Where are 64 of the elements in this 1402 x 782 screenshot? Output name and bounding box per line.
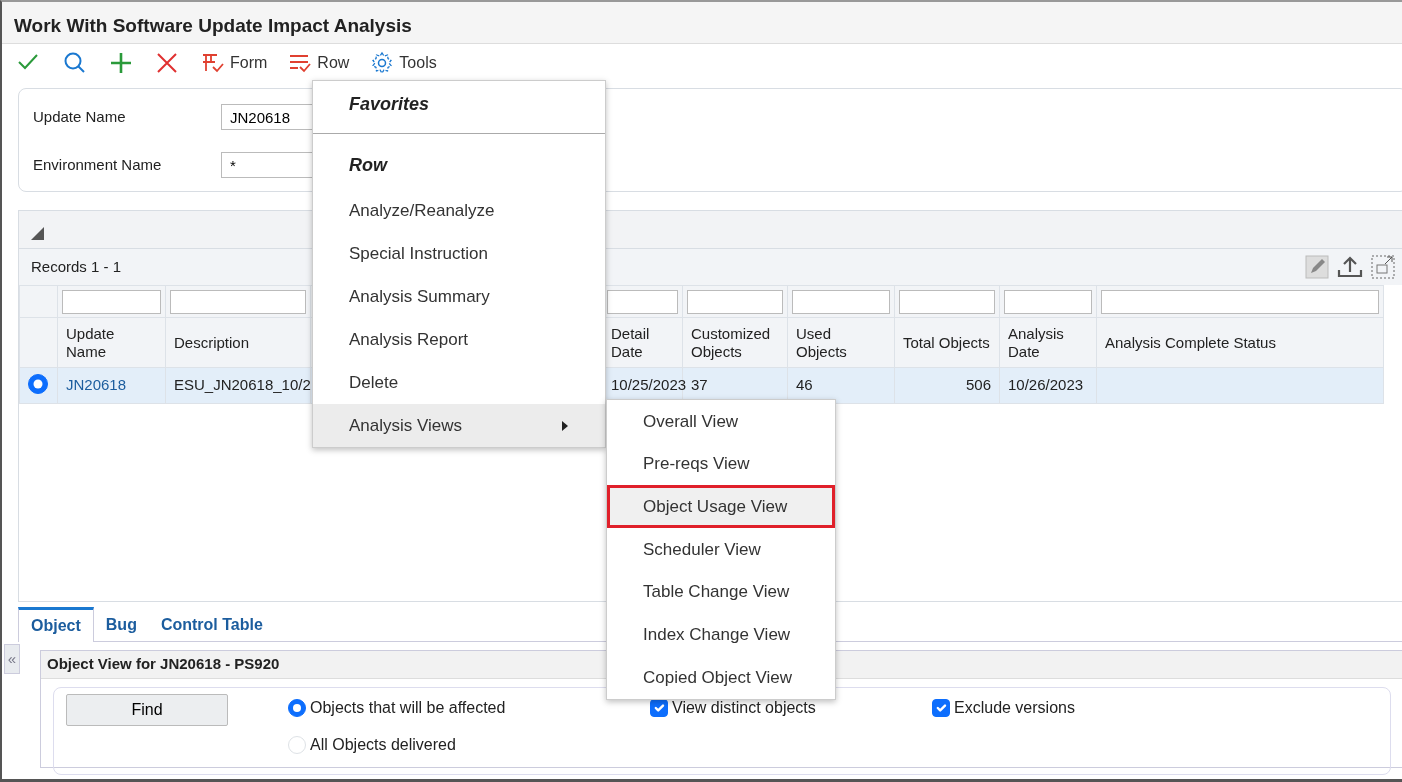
menu-item[interactable]: Analysis Views xyxy=(313,404,605,447)
tab[interactable]: Object xyxy=(18,607,94,642)
checkbox-label: Exclude versions xyxy=(954,698,1075,718)
upload-icon[interactable] xyxy=(1337,255,1363,279)
menu-section-title: Row xyxy=(348,154,389,177)
radio-button[interactable] xyxy=(288,699,306,717)
table-cell: ESU_JN20618_10/2 xyxy=(174,376,311,394)
menu-item[interactable]: Analyze/Reanalyze xyxy=(313,189,605,232)
menu-item[interactable]: Special Instruction xyxy=(313,232,605,275)
filter-field[interactable] xyxy=(1004,289,1092,314)
tab[interactable]: Bug xyxy=(93,609,149,641)
menu-item[interactable]: Object Usage View xyxy=(607,485,835,529)
column-header: Customized Objects xyxy=(691,325,772,360)
collapse-button[interactable]: « xyxy=(4,644,20,674)
table-cell: 46 xyxy=(796,376,813,394)
field-label: Environment Name xyxy=(33,154,163,175)
column-header: Used Objects xyxy=(796,325,848,360)
find-button[interactable]: Find xyxy=(66,693,228,726)
record-count: Records 1 - 1 xyxy=(31,256,122,277)
row-menu-button[interactable]: Row xyxy=(277,49,360,77)
close-icon xyxy=(154,51,180,75)
edit-grid-icon[interactable] xyxy=(1305,255,1329,279)
filter-field[interactable] xyxy=(62,289,161,314)
menu-section-title: Favorites xyxy=(348,93,431,116)
menu-item[interactable]: Delete xyxy=(313,361,605,404)
filter-field[interactable] xyxy=(170,289,306,314)
column-header: Update Name xyxy=(66,325,116,360)
filter-field[interactable] xyxy=(792,289,890,314)
option-label: Objects that will be affected xyxy=(310,698,506,718)
option-label: All Objects delivered xyxy=(310,735,456,755)
tab[interactable]: Control Table xyxy=(148,609,275,641)
table-cell: 10/25/2023 xyxy=(611,376,687,394)
checkbox[interactable] xyxy=(932,699,950,717)
menu-item[interactable]: Overall View xyxy=(607,400,835,443)
menu-item[interactable]: Scheduler View xyxy=(607,528,835,571)
collapse-icon[interactable] xyxy=(29,225,45,242)
column-header: Total Objects xyxy=(903,333,990,352)
form-icon xyxy=(200,51,226,75)
field-label: Update Name xyxy=(33,106,127,127)
table-cell: 37 xyxy=(691,376,708,394)
filter-field[interactable] xyxy=(899,289,995,314)
submenu-arrow-icon xyxy=(561,419,569,432)
filter-field[interactable] xyxy=(607,289,678,314)
window-title: Work With Software Update Impact Analysis xyxy=(2,2,1402,44)
column-header: Detail Date xyxy=(611,325,651,360)
menu-item[interactable]: Analysis Report xyxy=(313,318,605,361)
menu-item[interactable]: Copied Object View xyxy=(607,656,835,699)
filter-field[interactable] xyxy=(1101,289,1379,314)
row-radio[interactable] xyxy=(28,374,48,395)
filter-field[interactable] xyxy=(687,289,783,314)
column-header: Description xyxy=(174,333,250,352)
menu-item[interactable]: Analysis Summary xyxy=(313,275,605,318)
fullscreen-icon[interactable] xyxy=(1371,255,1395,279)
menu-item[interactable]: Table Change View xyxy=(607,570,835,614)
column-header: Analysis Complete Status xyxy=(1105,333,1276,352)
table-cell: 506 xyxy=(965,376,991,394)
tools-menu-button[interactable]: Tools xyxy=(359,49,447,77)
menu-item[interactable]: Pre-reqs View xyxy=(607,442,835,486)
checkbox-label: View distinct objects xyxy=(672,698,816,718)
form-menu-button[interactable]: Form xyxy=(190,49,278,77)
table-cell: 10/26/2023 xyxy=(1008,376,1084,394)
plus-icon xyxy=(108,51,134,75)
column-header: Analysis Date xyxy=(1008,325,1065,360)
menu-item[interactable]: Index Change View xyxy=(607,613,835,657)
